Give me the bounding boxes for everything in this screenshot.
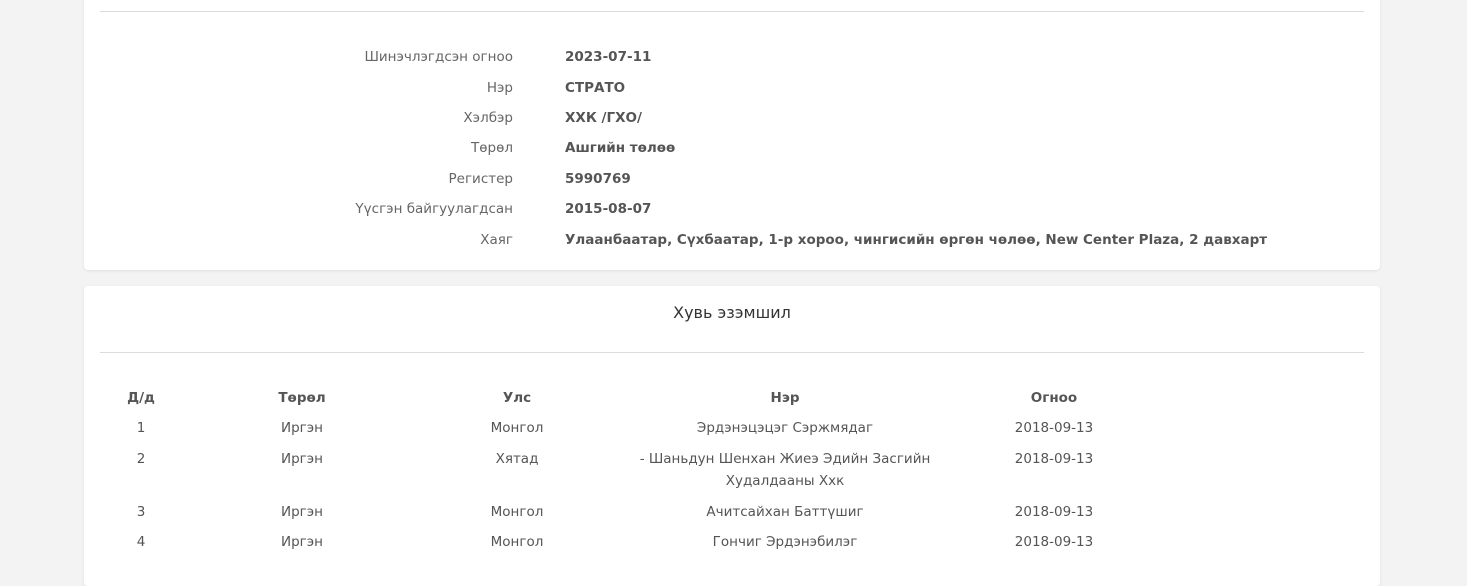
row-name: Эрдэнэцэцэг Сэржмядаг xyxy=(696,420,874,436)
column-header-date: Огноо xyxy=(1030,390,1078,406)
row-date: 2018-09-13 xyxy=(1014,534,1094,550)
row-country: Монгол xyxy=(490,420,544,436)
info-label: Регистер xyxy=(448,171,513,187)
info-value: Улаанбаатар, Сүхбаатар, 1-р хороо, чинги… xyxy=(565,232,1268,248)
row-type: Иргэн xyxy=(281,420,323,436)
row-index: 4 xyxy=(136,534,146,550)
row-country: Хятад xyxy=(495,451,539,467)
info-row-address: Хаяг Улаанбаатар, Сүхбаатар, 1-р хороо, … xyxy=(84,230,1380,250)
divider xyxy=(100,11,1364,12)
info-value: 2015-08-07 xyxy=(565,201,652,217)
info-row-updated-date: Шинэчлэгдсэн огноо 2023-07-11 xyxy=(84,47,1380,67)
row-country: Монгол xyxy=(490,504,544,520)
column-header-type: Төрөл xyxy=(278,390,326,406)
info-value: 5990769 xyxy=(565,171,631,187)
row-type: Иргэн xyxy=(281,504,323,520)
row-name: - Шаньдун Шенхан Жиеэ Эдийн Засгийн Худа… xyxy=(639,451,931,489)
info-label: Үүсгэн байгуулагдсан xyxy=(355,201,513,217)
row-index: 3 xyxy=(136,504,146,520)
section-title: Хувь эзэмшил xyxy=(673,303,791,322)
column-header-name: Нэр xyxy=(770,390,800,406)
info-row-name: Нэр СТРАТО xyxy=(84,78,1380,98)
column-header-country: Улс xyxy=(502,390,532,406)
row-name: Ачитсайхан Баттүшиг xyxy=(706,504,864,520)
row-type: Иргэн xyxy=(281,534,323,550)
info-row-type: Төрөл Ашгийн төлөө xyxy=(84,138,1380,158)
info-row-form: Хэлбэр ХХК /ГХО/ xyxy=(84,108,1380,128)
info-row-register: Регистер 5990769 xyxy=(84,169,1380,189)
column-header-index: Д/д xyxy=(127,390,155,406)
row-date: 2018-09-13 xyxy=(1014,420,1094,436)
divider xyxy=(100,352,1364,353)
info-label: Хэлбэр xyxy=(463,110,513,126)
row-index: 1 xyxy=(136,420,146,436)
info-label: Хаяг xyxy=(480,232,513,248)
row-name: Гончиг Эрдэнэбилэг xyxy=(712,534,858,550)
info-value: СТРАТО xyxy=(565,80,626,96)
company-info-card: Шинэчлэгдсэн огноо 2023-07-11 Нэр СТРАТО… xyxy=(84,0,1380,270)
info-value: Ашгийн төлөө xyxy=(565,140,676,156)
row-type: Иргэн xyxy=(281,451,323,467)
info-value: 2023-07-11 xyxy=(565,49,652,65)
info-label: Нэр xyxy=(486,80,513,96)
info-label: Төрөл xyxy=(471,140,513,156)
info-row-founded: Үүсгэн байгуулагдсан 2015-08-07 xyxy=(84,199,1380,219)
row-date: 2018-09-13 xyxy=(1014,451,1094,467)
ownership-card: Хувь эзэмшил Д/д Төрөл Улс Нэр Огноо 1 И… xyxy=(84,286,1380,586)
info-label: Шинэчлэгдсэн огноо xyxy=(364,49,513,65)
info-value: ХХК /ГХО/ xyxy=(565,110,642,126)
row-index: 2 xyxy=(136,451,146,467)
row-date: 2018-09-13 xyxy=(1014,504,1094,520)
row-country: Монгол xyxy=(490,534,544,550)
